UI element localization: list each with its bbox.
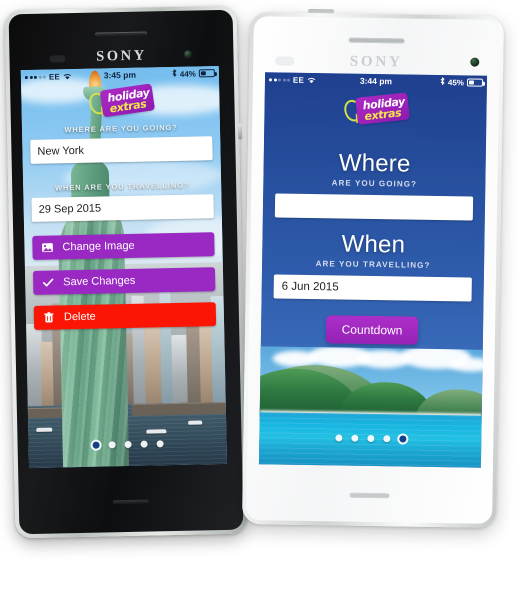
power-button[interactable] xyxy=(237,123,243,140)
where-input[interactable] xyxy=(274,193,474,221)
trash-icon xyxy=(43,311,55,323)
right-status-left-group: EE xyxy=(268,75,316,85)
earpiece-speaker-icon xyxy=(348,37,405,44)
proximity-sensor-icon xyxy=(49,55,66,63)
when-input[interactable] xyxy=(31,194,214,222)
tropical-island-background-image xyxy=(258,346,483,468)
page-dot[interactable] xyxy=(366,434,374,443)
page-dot[interactable] xyxy=(92,441,100,449)
page-dot[interactable] xyxy=(156,440,164,448)
right-phone-screen: EE 3:44 pm 45% holiday extras Where ARE … xyxy=(258,72,488,468)
proximity-sensor-icon xyxy=(275,56,295,66)
right-home-content: holiday extras Where ARE YOU GOING? When… xyxy=(261,86,487,345)
front-camera-icon xyxy=(470,57,480,67)
page-dot[interactable] xyxy=(140,440,148,448)
carrier-label: EE xyxy=(292,75,305,85)
page-dot[interactable] xyxy=(350,434,358,442)
wifi-icon xyxy=(63,73,72,80)
bottom-speaker-icon xyxy=(112,499,149,505)
check-icon xyxy=(42,277,54,289)
left-status-right-group: 44% xyxy=(172,68,215,79)
save-changes-button[interactable]: Save Changes xyxy=(32,267,216,295)
countdown-button-wrapper: Countdown xyxy=(261,314,483,345)
front-camera-icon xyxy=(184,50,192,58)
page-dot[interactable] xyxy=(124,440,132,449)
sony-logo: SONY xyxy=(95,47,147,65)
wifi-icon xyxy=(307,76,316,83)
left-phone-bezel: SONY EE 3:45 pm 44% holiday extras WHERE… xyxy=(8,9,244,535)
right-phone-device: SONY EE 3:44 pm 45% holiday extras Where… xyxy=(241,8,505,528)
left-phone-device: SONY EE 3:45 pm 44% holiday extras WHERE… xyxy=(4,5,248,539)
right-phone-bezel: SONY EE 3:44 pm 45% holiday extras Where… xyxy=(246,16,500,524)
holiday-extras-logo: holiday extras xyxy=(29,83,212,118)
where-heading: Where xyxy=(338,149,411,178)
action-button-stack: Change Image Save Changes Delete xyxy=(32,232,217,330)
bluetooth-icon xyxy=(172,68,177,79)
cellular-signal-icon xyxy=(268,77,291,82)
change-image-label: Change Image xyxy=(62,239,135,253)
save-changes-label: Save Changes xyxy=(63,274,136,288)
delete-label: Delete xyxy=(63,310,96,323)
bluetooth-icon xyxy=(440,76,445,87)
when-input[interactable] xyxy=(273,274,472,302)
battery-icon xyxy=(466,78,484,87)
page-dot[interactable] xyxy=(334,434,342,442)
holiday-extras-logo: holiday extras xyxy=(264,92,486,125)
page-dot[interactable] xyxy=(108,441,116,449)
carrier-label: EE xyxy=(48,71,61,82)
right-status-right-group: 45% xyxy=(440,76,484,88)
sony-logo: SONY xyxy=(349,53,403,71)
holiday-extras-home-screen: EE 3:44 pm 45% holiday extras Where ARE … xyxy=(258,72,488,468)
battery-icon xyxy=(198,69,215,78)
where-input[interactable] xyxy=(30,136,213,164)
screenshot-canvas: SONY EE 3:45 pm 44% holiday extras WHERE… xyxy=(0,0,518,602)
left-status-left-group: EE xyxy=(24,71,72,82)
change-image-button[interactable]: Change Image xyxy=(32,232,215,260)
delete-button[interactable]: Delete xyxy=(33,302,217,330)
left-edit-form: holiday extras WHERE ARE YOU GOING? WHEN… xyxy=(21,80,224,341)
battery-percent-label: 45% xyxy=(447,77,465,87)
cellular-signal-icon xyxy=(24,75,46,79)
where-field-label: WHERE ARE YOU GOING? xyxy=(64,122,178,135)
image-icon xyxy=(41,242,53,254)
left-phone-screen: EE 3:45 pm 44% holiday extras WHERE ARE … xyxy=(20,66,228,469)
page-dot[interactable] xyxy=(398,435,406,443)
battery-percent-label: 44% xyxy=(179,68,196,79)
when-heading: When xyxy=(341,230,406,259)
countdown-button[interactable]: Countdown xyxy=(325,315,419,345)
earpiece-speaker-icon xyxy=(94,31,148,37)
page-dot[interactable] xyxy=(382,435,390,443)
bottom-speaker-icon xyxy=(349,492,390,499)
